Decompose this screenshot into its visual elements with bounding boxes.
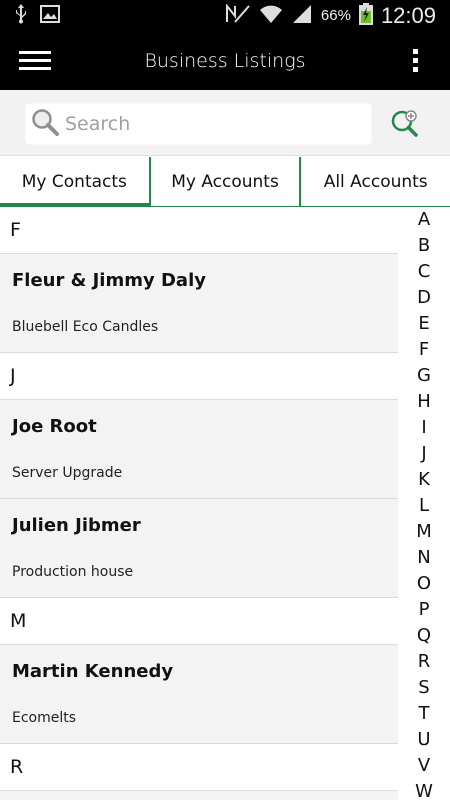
index-letter[interactable]: I: [421, 415, 426, 441]
contact-company: Server Upgrade: [12, 465, 123, 481]
contact-name: Joe Root: [12, 416, 97, 437]
index-letter[interactable]: G: [417, 363, 431, 389]
contact-name: Fleur & Jimmy Daly: [12, 270, 206, 291]
list-item[interactable]: Martin Kennedy Ecomelts: [0, 645, 398, 744]
index-letter[interactable]: C: [418, 259, 431, 285]
tab-my-contacts[interactable]: My Contacts: [0, 157, 149, 207]
image-icon: [40, 4, 60, 27]
search-add-icon: [391, 110, 418, 137]
overflow-menu-button[interactable]: [380, 31, 450, 90]
section-header-m: M: [0, 598, 398, 645]
index-letter[interactable]: H: [417, 389, 431, 415]
advanced-search-button[interactable]: [389, 108, 421, 140]
index-letter[interactable]: N: [417, 545, 430, 571]
search-input[interactable]: [65, 113, 345, 135]
index-letter[interactable]: T: [419, 701, 430, 727]
list-item[interactable]: Joe Root Server Upgrade: [0, 400, 398, 499]
index-letter[interactable]: R: [418, 649, 431, 675]
index-letter[interactable]: K: [418, 467, 430, 493]
section-header-j: J: [0, 353, 398, 400]
tab-all-accounts[interactable]: All Accounts: [299, 157, 450, 207]
search-bar: [0, 90, 450, 156]
contact-company: Bluebell Eco Candles: [12, 319, 159, 335]
battery-charging-icon: [358, 2, 373, 29]
index-letter[interactable]: F: [419, 337, 429, 363]
index-letter[interactable]: J: [421, 441, 426, 467]
tab-bar: My Contacts My Accounts All Accounts: [0, 157, 450, 207]
index-letter[interactable]: O: [417, 571, 431, 597]
more-vert-icon: [412, 49, 418, 54]
index-letter[interactable]: E: [418, 311, 429, 337]
tab-my-accounts[interactable]: My Accounts: [148, 157, 300, 207]
index-letter[interactable]: D: [417, 285, 431, 311]
signal-icon: [291, 4, 313, 28]
index-letter[interactable]: A: [418, 207, 430, 233]
contact-name: Martin Kennedy: [12, 661, 174, 682]
index-letter[interactable]: B: [418, 233, 430, 259]
index-letter[interactable]: S: [418, 675, 429, 701]
search-icon: [31, 108, 59, 140]
menu-button[interactable]: [0, 31, 70, 90]
nfc-icon: [225, 2, 251, 28]
section-header-f: F: [0, 207, 398, 254]
contact-company: Production house: [12, 564, 134, 580]
clock: 12:09: [380, 2, 436, 28]
contact-name: Julien Jibmer: [12, 515, 141, 536]
app-bar: Business Listings: [0, 31, 450, 90]
usb-icon: [14, 3, 28, 28]
index-letter[interactable]: U: [417, 727, 430, 753]
contact-company: Ecomelts: [12, 710, 77, 726]
index-letter[interactable]: V: [418, 753, 430, 779]
list-item[interactable]: Julien Jibmer Production house: [0, 499, 398, 598]
index-letter[interactable]: P: [419, 597, 430, 623]
list-item[interactable]: Fleur & Jimmy Daly Bluebell Eco Candles: [0, 254, 398, 353]
index-letter[interactable]: W: [415, 779, 433, 800]
wifi-icon: [259, 4, 283, 28]
status-bar: 66% 12:09: [0, 0, 450, 31]
section-header-r: R: [0, 744, 398, 791]
contact-list[interactable]: F Fleur & Jimmy Daly Bluebell Eco Candle…: [0, 207, 398, 800]
hamburger-icon: [19, 46, 51, 75]
alphabet-index[interactable]: A B C D E F G H I J K L M N O P Q R S T …: [410, 207, 438, 800]
index-letter[interactable]: Q: [417, 623, 431, 649]
index-letter[interactable]: L: [419, 493, 429, 519]
search-box[interactable]: [25, 103, 372, 145]
battery-percent: 66%: [320, 7, 351, 24]
page-title: Business Listings: [144, 49, 306, 72]
index-letter[interactable]: M: [416, 519, 432, 545]
